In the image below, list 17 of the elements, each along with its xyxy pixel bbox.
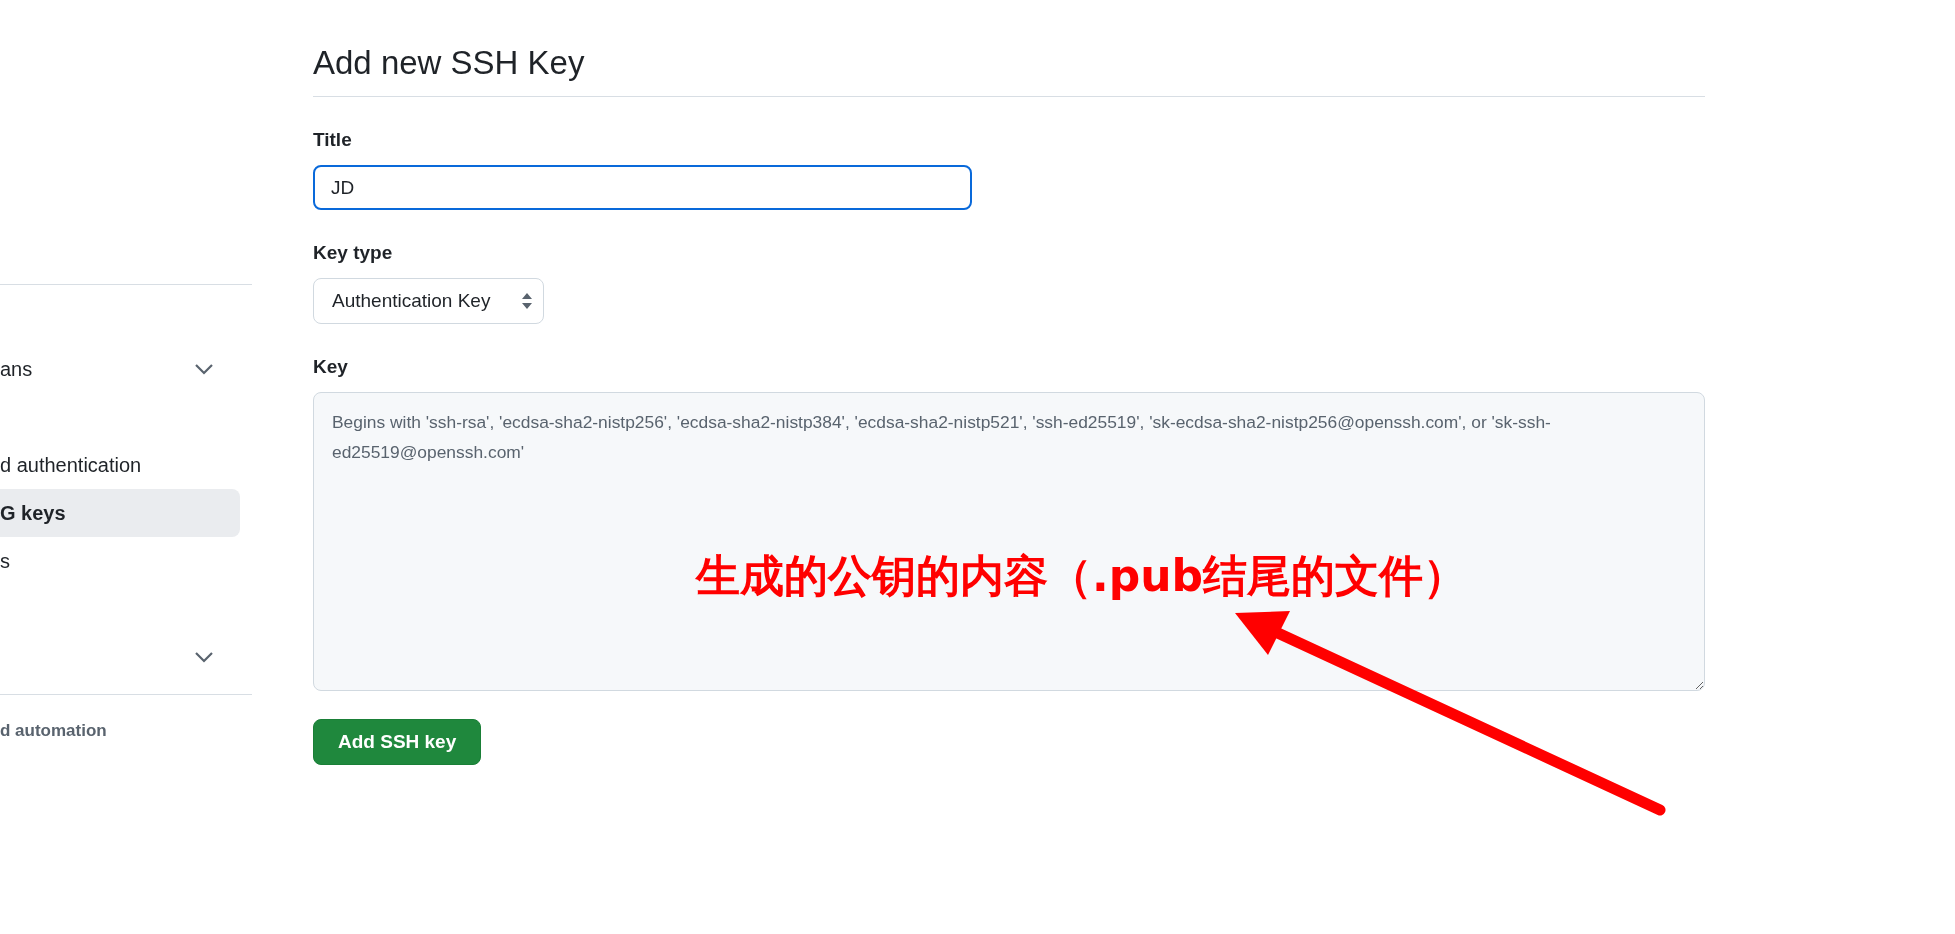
- sort-arrows-icon: [521, 292, 533, 310]
- key-type-select[interactable]: Authentication Key: [313, 278, 544, 324]
- sidebar-section-heading: d automation: [0, 720, 108, 741]
- page-heading: Add new SSH Key: [313, 44, 1705, 97]
- field-label: Title: [313, 129, 353, 151]
- sidebar-group[interactable]: ans: [0, 345, 240, 393]
- field-label: Key type: [313, 242, 394, 264]
- sidebar-item[interactable]: d authentication: [0, 441, 240, 489]
- annotation-text: 生成的公钥的内容（.pub结尾的文件）: [696, 549, 1468, 603]
- sidebar-item[interactable]: s: [0, 537, 240, 585]
- chevron-down-icon: [194, 363, 214, 375]
- sidebar-item[interactable]: G keys: [0, 489, 240, 537]
- chevron-down-icon: [194, 651, 214, 663]
- field-label: Key: [313, 356, 349, 378]
- title-input-field[interactable]: JD: [313, 165, 972, 210]
- sidebar-group-label: ans: [0, 357, 33, 381]
- add-ssh-key-button[interactable]: Add SSH key: [313, 719, 482, 765]
